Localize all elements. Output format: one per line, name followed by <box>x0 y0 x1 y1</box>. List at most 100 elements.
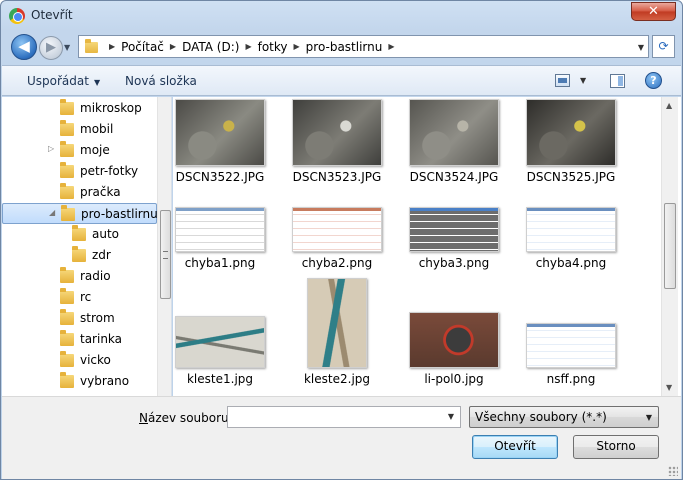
open-file-dialog: Otevřít ✕ ◀ ▶ ▼ ▶ Počítač ▶ DATA (D:) ▶ fotky… <box>0 0 683 480</box>
nav-tree-item[interactable]: petr-fotky <box>2 161 157 182</box>
nav-tree-item[interactable]: pračka <box>2 182 157 203</box>
filetype-value: Všechny soubory (*.*) <box>475 410 607 424</box>
expand-icon[interactable]: ▷ <box>48 144 54 153</box>
file-tile[interactable]: kleste1.jpg <box>173 279 274 386</box>
folder-icon <box>60 267 74 283</box>
file-scrollbar[interactable]: ▲ ▼ <box>661 97 678 396</box>
nav-tree-item[interactable]: ◢ pro-bastlirnu <box>2 203 158 224</box>
refresh-button[interactable]: ⟳ <box>652 35 675 58</box>
recent-locations-drop-icon[interactable]: ▼ <box>64 43 70 52</box>
nav-tree-label: radio <box>80 269 111 283</box>
nav-tree-label: strom <box>80 311 115 325</box>
breadcrumb-item[interactable]: pro-bastlirnu <box>306 40 383 54</box>
file-tile[interactable]: li-pol0.jpg <box>400 279 508 386</box>
folder-icon <box>60 372 74 388</box>
filename-label-text: ázev souboru: <box>147 411 233 425</box>
nav-scrollbar[interactable] <box>157 97 171 396</box>
preview-pane-icon[interactable] <box>610 74 625 88</box>
breadcrumb-separator-icon[interactable]: ▶ <box>109 42 115 51</box>
breadcrumb-separator-icon[interactable]: ▶ <box>388 42 394 51</box>
nav-tree-item[interactable]: ▷ moje <box>2 140 157 161</box>
nav-tree-item[interactable]: zdr <box>2 245 157 266</box>
file-name: chyba3.png <box>418 256 490 270</box>
breadcrumb-separator-icon[interactable]: ▶ <box>170 42 176 51</box>
file-name: DSCN3523.JPG <box>292 170 382 184</box>
file-thumbnail <box>307 278 367 368</box>
breadcrumb-item[interactable]: Počítač <box>121 40 164 54</box>
file-name: DSCN3522.JPG <box>175 170 265 184</box>
view-options-drop-icon[interactable]: ▼ <box>580 76 586 85</box>
breadcrumb-item[interactable]: DATA (D:) <box>182 40 239 54</box>
scroll-down-icon[interactable]: ▼ <box>666 383 672 392</box>
file-tile[interactable]: DSCN3523.JPG <box>283 99 391 199</box>
address-bar[interactable]: ▶ Počítač ▶ DATA (D:) ▶ fotky ▶ pro-bastlirnu ▶ … <box>78 35 649 58</box>
file-name: DSCN3525.JPG <box>526 170 616 184</box>
file-thumbnail <box>526 207 616 252</box>
nav-tree-label: pračka <box>80 185 121 199</box>
nav-tree-item[interactable]: mikroskop <box>2 98 157 119</box>
file-tile[interactable]: kleste2.jpg <box>283 278 391 386</box>
nav-tree-label: zdr <box>92 248 111 262</box>
breadcrumb-item[interactable]: fotky <box>258 40 288 54</box>
bottom-panel: Název souboru: ▼ Všechny soubory (*.*) ▼… <box>2 396 681 479</box>
file-name: kleste2.jpg <box>303 372 371 386</box>
nav-tree-item[interactable]: auto <box>2 224 157 245</box>
folder-icon <box>85 39 98 53</box>
file-scroll-thumb[interactable] <box>664 203 676 289</box>
filetype-select[interactable]: Všechny soubory (*.*) ▼ <box>469 406 659 428</box>
nav-tree-item[interactable]: mobil <box>2 119 157 140</box>
chevron-down-icon: ▼ <box>93 78 101 87</box>
nav-tree-item[interactable]: tarinka <box>2 329 157 350</box>
folder-icon <box>60 351 74 367</box>
folder-icon <box>60 183 74 199</box>
file-name: kleste1.jpg <box>186 372 254 386</box>
resize-grip-icon[interactable] <box>668 466 678 476</box>
folder-icon <box>60 330 74 346</box>
nav-tree-label: pro-bastlirnu <box>81 207 158 221</box>
breadcrumb-separator-icon[interactable]: ▶ <box>294 42 300 51</box>
scroll-up-icon[interactable]: ▲ <box>666 101 672 110</box>
file-name: DSCN3524.JPG <box>409 170 499 184</box>
address-dropdown-icon[interactable]: ▼ <box>638 43 644 52</box>
filename-input[interactable]: ▼ <box>227 406 461 428</box>
folder-icon <box>72 225 86 241</box>
folder-icon <box>60 99 74 115</box>
window-title: Otevřít <box>31 8 73 22</box>
navigation-pane[interactable]: vybrano vicko tarinka strom rc radio zdr auto ◢ p… <box>2 97 172 396</box>
back-button[interactable]: ◀ <box>11 34 37 60</box>
title-bar: Otevřít ✕ <box>1 1 682 31</box>
nav-tree-label: mobil <box>80 122 114 136</box>
folder-icon <box>60 309 74 325</box>
nav-tree-label: auto <box>92 227 120 241</box>
file-tile[interactable]: nsff.png <box>517 279 625 386</box>
file-tile[interactable]: DSCN3524.JPG <box>400 99 508 199</box>
nav-tree-label: tarinka <box>80 332 123 346</box>
forward-button[interactable]: ▶ <box>39 36 63 60</box>
filename-label-accesskey: N <box>139 411 148 425</box>
help-icon[interactable]: ? <box>645 72 662 89</box>
expand-icon[interactable]: ◢ <box>49 208 55 217</box>
nav-tree-item[interactable]: radio <box>2 266 157 287</box>
open-button[interactable]: Otevřít <box>472 435 558 459</box>
breadcrumb: ▶ Počítač ▶ DATA (D:) ▶ fotky ▶ pro-bastlirnu ▶ <box>103 36 401 57</box>
nav-tree-item[interactable]: rc <box>2 287 157 308</box>
file-thumbnail <box>409 207 499 252</box>
new-folder-button[interactable]: Nová složka <box>125 74 197 88</box>
nav-tree-item[interactable]: vybrano <box>2 371 157 392</box>
nav-tree-label: vicko <box>80 353 111 367</box>
nav-scroll-thumb[interactable] <box>160 210 171 299</box>
file-thumbnail <box>409 99 499 166</box>
file-name: chyba4.png <box>535 256 607 270</box>
file-list[interactable]: DSCN3522.JPG DSCN3523.JPG DSCN3524.JPG DSCN… <box>173 97 681 396</box>
change-view-icon[interactable] <box>555 74 570 87</box>
breadcrumb-separator-icon[interactable]: ▶ <box>245 42 251 51</box>
filename-history-drop-icon[interactable]: ▼ <box>448 412 454 421</box>
organize-menu[interactable]: Uspořádat ▼ <box>27 74 100 88</box>
nav-tree-item[interactable]: strom <box>2 308 157 329</box>
file-tile[interactable]: DSCN3525.JPG <box>517 99 625 199</box>
file-tile[interactable]: DSCN3522.JPG <box>173 99 274 199</box>
close-button[interactable]: ✕ <box>631 2 676 21</box>
cancel-button[interactable]: Storno <box>573 435 659 459</box>
nav-tree-label: petr-fotky <box>80 164 139 178</box>
nav-tree-item[interactable]: vicko <box>2 350 157 371</box>
